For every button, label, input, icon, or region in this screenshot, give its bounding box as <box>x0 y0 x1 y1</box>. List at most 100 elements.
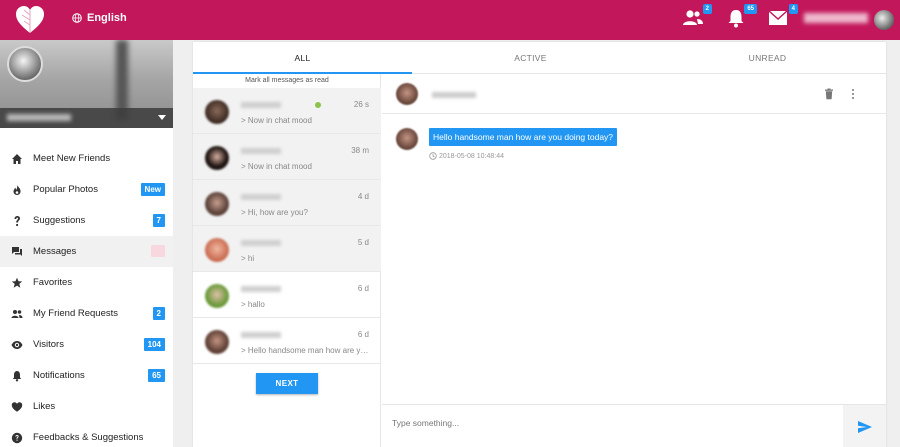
message-time-text: 2018-05-08 10:48:44 <box>439 152 504 160</box>
bell-icon <box>10 369 24 383</box>
caret-down-icon[interactable] <box>158 115 166 120</box>
avatar <box>205 238 229 262</box>
avatar <box>205 146 229 170</box>
count-badge <box>151 245 165 257</box>
heart-logo-icon[interactable] <box>14 4 46 36</box>
friends-icon <box>683 10 703 25</box>
conversation-time: 38 m <box>351 146 369 155</box>
user-name-blurred[interactable] <box>804 13 868 23</box>
send-icon <box>857 420 872 433</box>
mark-all-read-link[interactable]: Mark all messages as read <box>193 74 381 88</box>
sidebar-item-meet-new-friends[interactable]: Meet New Friends <box>0 143 173 174</box>
conversation-item[interactable]: 6 d > hallo <box>193 272 381 318</box>
sidebar-item-label: My Friend Requests <box>33 308 119 319</box>
conversation-item[interactable]: 4 d > Hi, how are you? <box>193 180 381 226</box>
conversation-preview: > hallo <box>241 300 265 309</box>
profile-name-blurred <box>7 114 71 121</box>
conversation-item[interactable]: 6 d > Hello handsome man how are you doi… <box>193 318 381 364</box>
conversation-item[interactable]: 26 s > Now in chat mood <box>193 88 381 134</box>
notifications-badge: 65 <box>744 4 757 14</box>
language-selector[interactable]: English <box>72 12 127 24</box>
heart-icon <box>10 400 24 414</box>
conversation-preview: > Hi, how are you? <box>241 208 308 217</box>
new-badge: New <box>140 183 165 196</box>
conversation-preview: > Now in chat mood <box>241 116 312 125</box>
sidebar: Meet New Friends Popular Photos New Sugg… <box>0 40 173 447</box>
sidebar-item-label: Favorites <box>33 277 73 288</box>
sidebar-item-friend-requests[interactable]: My Friend Requests 2 <box>0 298 173 329</box>
send-button[interactable] <box>843 405 886 447</box>
bell-icon <box>728 10 744 28</box>
contact-name-blurred <box>241 286 281 292</box>
message-bubble: Hello handsome man how are you doing tod… <box>429 128 618 146</box>
globe-icon <box>72 13 82 23</box>
avatar <box>205 100 229 124</box>
sidebar-item-label: Likes <box>33 401 56 412</box>
conversation-preview: > hi <box>241 254 255 263</box>
next-button[interactable]: NEXT <box>256 373 318 394</box>
contact-name-blurred <box>241 148 281 154</box>
message-input[interactable] <box>392 413 832 433</box>
message-timestamp: 2018-05-08 10:48:44 <box>429 152 504 160</box>
profile-bar[interactable] <box>0 108 173 128</box>
user-avatar[interactable] <box>874 10 894 30</box>
sidebar-item-feedback[interactable]: Feedbacks & Suggestions <box>0 422 173 447</box>
sidebar-item-favorites[interactable]: Favorites <box>0 267 173 298</box>
messages-button[interactable]: 4 <box>768 4 798 30</box>
avatar <box>205 192 229 216</box>
home-icon <box>10 152 24 166</box>
help-icon <box>10 431 24 445</box>
avatar <box>205 330 229 354</box>
sidebar-item-label: Notifications <box>33 370 85 381</box>
tab-active[interactable]: ACTIVE <box>412 42 649 74</box>
conversation-time: 5 d <box>357 238 369 247</box>
flame-icon <box>10 183 24 197</box>
chat-pane: Hello handsome man how are you doing tod… <box>382 74 886 447</box>
online-indicator <box>315 102 321 108</box>
conversation-time: 6 d <box>357 330 369 339</box>
avatar <box>205 284 229 308</box>
avatar[interactable] <box>396 83 418 105</box>
tab-unread[interactable]: UNREAD <box>649 42 886 74</box>
profile-avatar[interactable] <box>7 46 43 82</box>
sidebar-item-label: Suggestions <box>33 215 86 226</box>
messages-badge: 4 <box>788 4 798 14</box>
conversation-item[interactable]: 38 m > Now in chat mood <box>193 134 381 180</box>
notifications-button[interactable]: 65 <box>727 4 757 30</box>
conversation-time: 6 d <box>357 284 369 293</box>
friends-badge: 2 <box>702 4 712 14</box>
message-composer <box>382 404 886 447</box>
count-badge: 7 <box>152 214 165 227</box>
messages-panel: ALL ACTIVE UNREAD Mark all messages as r… <box>193 42 886 447</box>
trash-icon[interactable] <box>823 88 835 100</box>
sidebar-item-messages[interactable]: Messages <box>0 236 173 267</box>
tab-all[interactable]: ALL <box>193 42 412 74</box>
sidebar-item-visitors[interactable]: Visitors 104 <box>0 329 173 360</box>
more-vertical-icon[interactable] <box>849 88 857 100</box>
friends-button[interactable]: 2 <box>682 4 712 30</box>
people-icon <box>10 307 24 321</box>
question-icon <box>10 214 24 228</box>
contact-name-blurred[interactable] <box>432 92 476 98</box>
conversation-time: 4 d <box>357 192 369 201</box>
chat-header <box>382 74 886 114</box>
clock-icon <box>429 152 437 160</box>
sidebar-item-label: Meet New Friends <box>33 153 111 164</box>
sidebar-item-suggestions[interactable]: Suggestions 7 <box>0 205 173 236</box>
count-badge: 65 <box>148 369 165 382</box>
conversation-time: 26 s <box>353 100 369 109</box>
sidebar-item-notifications[interactable]: Notifications 65 <box>0 360 173 391</box>
profile-cover[interactable] <box>0 40 173 128</box>
conversation-list: Mark all messages as read 26 s > Now in … <box>193 74 381 447</box>
sidebar-item-popular-photos[interactable]: Popular Photos New <box>0 174 173 205</box>
sidebar-item-likes[interactable]: Likes <box>0 391 173 422</box>
contact-name-blurred <box>241 194 281 200</box>
avatar <box>396 128 418 150</box>
count-badge: 2 <box>152 307 165 320</box>
contact-name-blurred <box>241 102 281 108</box>
star-icon <box>10 276 24 290</box>
conversation-preview: > Hello handsome man how are you doing t… <box>241 346 369 355</box>
mail-icon <box>768 10 788 25</box>
sidebar-item-label: Feedbacks & Suggestions <box>33 432 144 443</box>
conversation-item[interactable]: 5 d > hi <box>193 226 381 272</box>
